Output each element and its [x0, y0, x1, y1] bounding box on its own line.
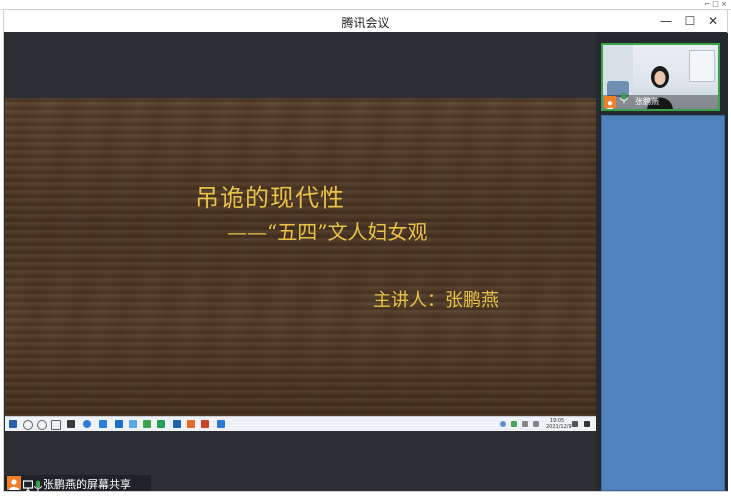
- participant-sidebar: 张鹏燕: [596, 33, 728, 491]
- tray-icon-2: [511, 421, 517, 427]
- screen-share-status[interactable]: 张鹏燕的屏幕共享: [5, 475, 151, 492]
- participant-video-tile[interactable]: 张鹏燕: [601, 43, 720, 111]
- screen-share-icon: [22, 477, 34, 496]
- presentation-slide: 吊诡的现代性 ——“五四”文人妇女观 主讲人：张鹏燕: [5, 98, 596, 420]
- app-icon-4: [143, 420, 151, 428]
- edge-icon: [83, 420, 91, 428]
- start-icon: [9, 420, 17, 428]
- tray-icon-4: [533, 421, 539, 427]
- slide-speaker: 主讲人：张鹏燕: [373, 290, 499, 311]
- avatar-icon: [7, 476, 21, 490]
- app-icon-2: [115, 420, 123, 428]
- taskbar-clock: 19:05 2021/12/9: [546, 418, 572, 430]
- cortana-icon: [37, 420, 47, 430]
- mic-icon: [33, 477, 43, 496]
- taskbar-date: 2021/12/9: [546, 424, 572, 430]
- powerpoint-icon: [201, 420, 209, 428]
- app-grid-icon: [67, 420, 75, 428]
- notification-icon: [572, 421, 578, 427]
- app-icon-1: [99, 420, 107, 428]
- word-icon: [173, 420, 181, 428]
- meeting-window: 腾讯会议 — ☐ ✕ 吊诡的现代性 ——“五四”文人妇女观 主讲人：张鹏燕 19…: [3, 9, 728, 492]
- search-icon: [23, 420, 33, 430]
- participant-name: 张鹏燕: [635, 97, 659, 106]
- close-icon[interactable]: ✕: [702, 12, 724, 30]
- shared-screen-area: 吊诡的现代性 ——“五四”文人妇女观 主讲人：张鹏燕 19:05 2021/12…: [5, 33, 596, 492]
- shared-taskbar: 19:05 2021/12/9: [5, 416, 596, 431]
- tray-icon-1: [500, 421, 506, 427]
- app-icon-6: [187, 420, 195, 428]
- room-wall: [603, 45, 633, 85]
- app-icon-3: [129, 420, 137, 428]
- title-bar: 腾讯会议 — ☐ ✕: [4, 10, 727, 32]
- screen-share-label: 张鹏燕的屏幕共享: [43, 478, 131, 491]
- show-desktop-icon: [584, 421, 590, 427]
- window-title: 腾讯会议: [341, 16, 390, 30]
- minimize-icon[interactable]: —: [655, 12, 677, 30]
- tray-icon-3: [522, 421, 528, 427]
- slide-subtitle: ——“五四”文人妇女观: [227, 220, 428, 244]
- blue-panel: [601, 115, 725, 491]
- mic-icon: [619, 89, 629, 108]
- room-window: [689, 50, 715, 82]
- outer-window-controls: ⌐ □ ×: [704, 0, 727, 8]
- avatar-icon: [604, 96, 616, 109]
- slide-title: 吊诡的现代性: [195, 184, 345, 212]
- task-view-icon: [51, 420, 61, 430]
- app-icon-7: [217, 420, 225, 428]
- app-icon-5: [157, 420, 165, 428]
- maximize-icon[interactable]: ☐: [679, 12, 701, 30]
